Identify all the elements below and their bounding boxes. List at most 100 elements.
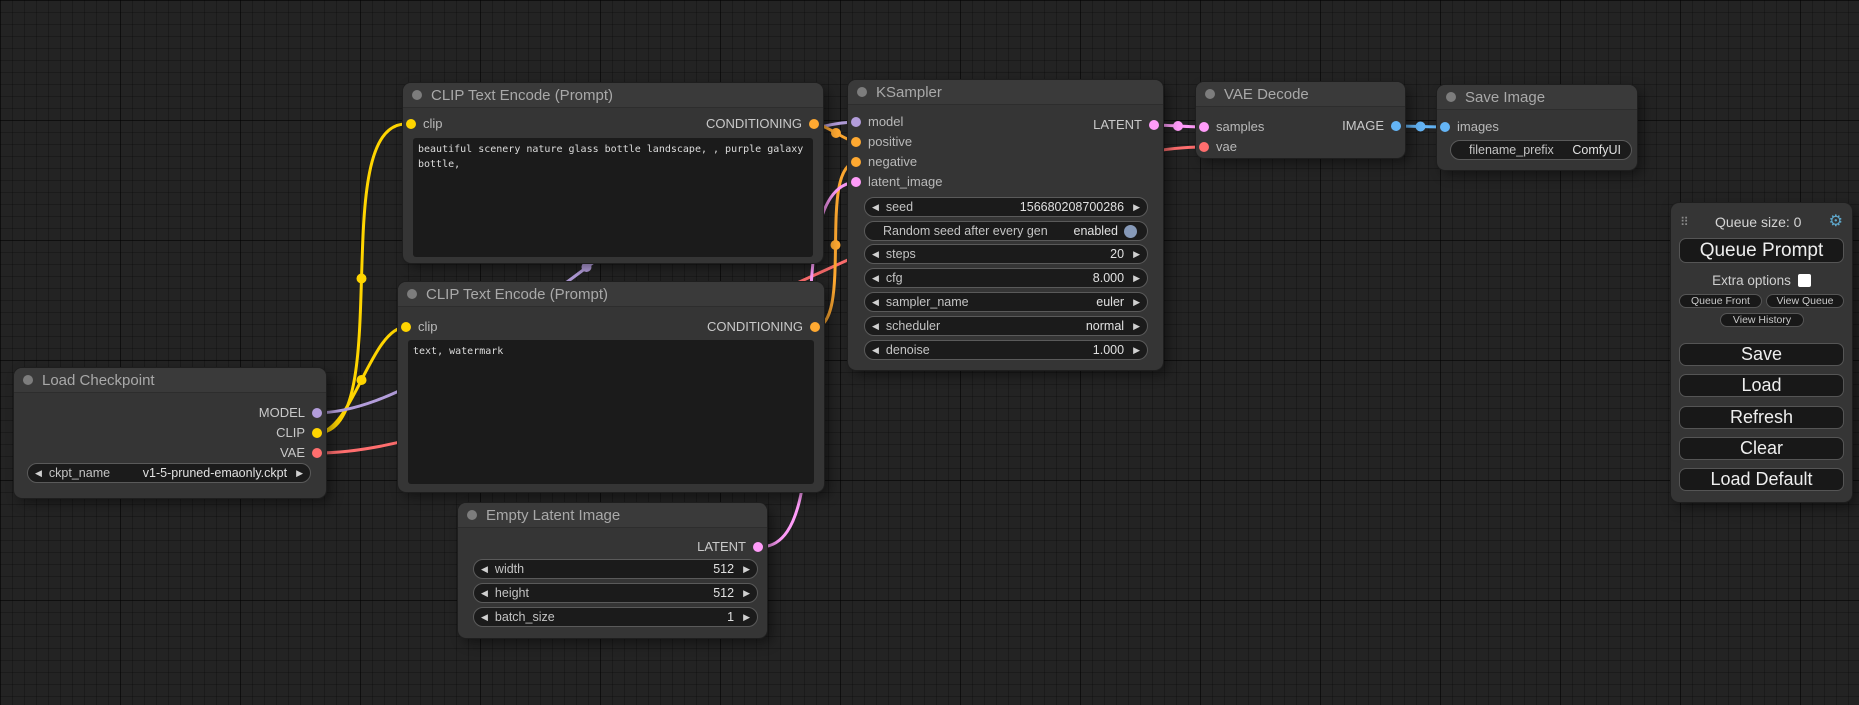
increment-arrow-icon[interactable]: ▶ <box>743 565 750 574</box>
image-output-slot[interactable] <box>1391 121 1401 131</box>
view-queue-button[interactable]: View Queue <box>1766 294 1844 308</box>
node-graph-canvas[interactable]: Load Checkpoint MODEL CLIP VAE ◀ ckpt_na… <box>0 0 1859 705</box>
widget-value: 156680208700286 <box>1020 200 1124 214</box>
model-output-slot[interactable] <box>312 408 322 418</box>
widget-value: 20 <box>1110 247 1124 261</box>
conditioning-output-slot[interactable] <box>809 119 819 129</box>
prompt-textarea[interactable]: text, watermark <box>408 340 814 484</box>
clip-input-slot[interactable] <box>406 119 416 129</box>
extra-options-checkbox[interactable] <box>1798 274 1811 287</box>
node-title-bar[interactable]: KSampler <box>848 80 1163 105</box>
clip-output-slot[interactable] <box>312 428 322 438</box>
link-dot <box>357 274 367 284</box>
increment-arrow-icon[interactable]: ▶ <box>1133 346 1140 355</box>
node-vae-decode[interactable]: VAE Decode samples vae IMAGE <box>1196 82 1405 158</box>
increment-arrow-icon[interactable]: ▶ <box>1133 274 1140 283</box>
batch-size-widget[interactable]: ◀ batch_size 1 ▶ <box>473 607 758 627</box>
collapse-dot-icon[interactable] <box>23 375 33 385</box>
node-ksampler[interactable]: KSampler model positive negative latent_… <box>848 80 1163 370</box>
node-load-checkpoint[interactable]: Load Checkpoint MODEL CLIP VAE ◀ ckpt_na… <box>14 368 326 498</box>
node-title-bar[interactable]: Load Checkpoint <box>14 368 326 393</box>
vae-input-slot[interactable] <box>1199 142 1209 152</box>
model-input-slot[interactable] <box>851 117 861 127</box>
decrement-arrow-icon[interactable]: ◀ <box>872 298 879 307</box>
increment-arrow-icon[interactable]: ▶ <box>1133 250 1140 259</box>
conditioning-output-slot[interactable] <box>810 322 820 332</box>
decrement-arrow-icon[interactable]: ◀ <box>872 346 879 355</box>
negative-input-slot[interactable] <box>851 157 861 167</box>
increment-arrow-icon[interactable]: ▶ <box>1133 322 1140 331</box>
node-title-bar[interactable]: Empty Latent Image <box>458 503 767 528</box>
output-label: LATENT <box>697 539 746 554</box>
sampler-name-widget[interactable]: ◀ sampler_name euler ▶ <box>864 292 1148 312</box>
cfg-widget[interactable]: ◀ cfg 8.000 ▶ <box>864 268 1148 288</box>
decrement-arrow-icon[interactable]: ◀ <box>872 203 879 212</box>
clear-button[interactable]: Clear <box>1679 437 1844 460</box>
load-button[interactable]: Load <box>1679 374 1844 397</box>
view-history-button[interactable]: View History <box>1720 313 1804 327</box>
denoise-widget[interactable]: ◀ denoise 1.000 ▶ <box>864 340 1148 360</box>
decrement-arrow-icon[interactable]: ◀ <box>872 250 879 259</box>
images-input-slot[interactable] <box>1440 122 1450 132</box>
positive-input-slot[interactable] <box>851 137 861 147</box>
increment-arrow-icon[interactable]: ▶ <box>296 469 303 478</box>
widget-label: batch_size <box>495 610 727 624</box>
output-label: LATENT <box>1093 117 1142 132</box>
collapse-dot-icon[interactable] <box>467 510 477 520</box>
extra-options-row: Extra options <box>1671 273 1852 288</box>
decrement-arrow-icon[interactable]: ◀ <box>481 589 488 598</box>
queue-prompt-button[interactable]: Queue Prompt <box>1679 238 1844 263</box>
toggle-dot-icon[interactable] <box>1124 225 1137 238</box>
decrement-arrow-icon[interactable]: ◀ <box>35 469 42 478</box>
vae-output-slot[interactable] <box>312 448 322 458</box>
drag-handle-icon[interactable]: ⠿ <box>1680 215 1688 229</box>
load-default-button[interactable]: Load Default <box>1679 468 1844 491</box>
clip-input-slot[interactable] <box>401 322 411 332</box>
collapse-dot-icon[interactable] <box>857 87 867 97</box>
steps-widget[interactable]: ◀ steps 20 ▶ <box>864 244 1148 264</box>
node-title-bar[interactable]: CLIP Text Encode (Prompt) <box>403 83 823 108</box>
decrement-arrow-icon[interactable]: ◀ <box>481 565 488 574</box>
increment-arrow-icon[interactable]: ▶ <box>743 613 750 622</box>
queue-front-button[interactable]: Queue Front <box>1679 294 1762 308</box>
filename-prefix-widget[interactable]: filename_prefix ComfyUI <box>1450 140 1632 160</box>
node-save-image[interactable]: Save Image images filename_prefix ComfyU… <box>1437 85 1637 170</box>
width-widget[interactable]: ◀ width 512 ▶ <box>473 559 758 579</box>
collapse-dot-icon[interactable] <box>407 289 417 299</box>
node-empty-latent-image[interactable]: Empty Latent Image LATENT ◀ width 512 ▶ … <box>458 503 767 638</box>
height-widget[interactable]: ◀ height 512 ▶ <box>473 583 758 603</box>
save-button[interactable]: Save <box>1679 343 1844 366</box>
decrement-arrow-icon[interactable]: ◀ <box>872 322 879 331</box>
widget-label: denoise <box>886 343 1093 357</box>
queue-panel: ⠿ Queue size: 0 ⚙ Queue Prompt Extra opt… <box>1671 203 1852 502</box>
node-title-bar[interactable]: VAE Decode <box>1196 82 1405 107</box>
refresh-button[interactable]: Refresh <box>1679 406 1844 429</box>
scheduler-widget[interactable]: ◀ scheduler normal ▶ <box>864 316 1148 336</box>
random-seed-toggle-widget[interactable]: Random seed after every gen enabled <box>864 221 1148 241</box>
output-label: VAE <box>280 445 305 460</box>
increment-arrow-icon[interactable]: ▶ <box>1133 298 1140 307</box>
latent-output-slot[interactable] <box>753 542 763 552</box>
collapse-dot-icon[interactable] <box>1205 89 1215 99</box>
node-clip-text-encode-positive[interactable]: CLIP Text Encode (Prompt) clip CONDITION… <box>403 83 823 263</box>
settings-gear-icon[interactable]: ⚙ <box>1829 214 1843 230</box>
node-clip-text-encode-negative[interactable]: CLIP Text Encode (Prompt) clip CONDITION… <box>398 282 824 492</box>
prompt-textarea[interactable]: beautiful scenery nature glass bottle la… <box>413 138 813 257</box>
widget-value: enabled <box>1074 224 1119 238</box>
widget-label: scheduler <box>886 319 1086 333</box>
latent-output-slot[interactable] <box>1149 120 1159 130</box>
node-title-bar[interactable]: CLIP Text Encode (Prompt) <box>398 282 824 307</box>
increment-arrow-icon[interactable]: ▶ <box>1133 203 1140 212</box>
ckpt-name-widget[interactable]: ◀ ckpt_name v1-5-pruned-emaonly.ckpt ▶ <box>27 463 311 483</box>
samples-input-slot[interactable] <box>1199 122 1209 132</box>
latent-image-input-slot[interactable] <box>851 177 861 187</box>
collapse-dot-icon[interactable] <box>1446 92 1456 102</box>
increment-arrow-icon[interactable]: ▶ <box>743 589 750 598</box>
widget-value: v1-5-pruned-emaonly.ckpt <box>143 466 287 480</box>
decrement-arrow-icon[interactable]: ◀ <box>872 274 879 283</box>
collapse-dot-icon[interactable] <box>412 90 422 100</box>
decrement-arrow-icon[interactable]: ◀ <box>481 613 488 622</box>
link-dot <box>831 128 841 138</box>
node-title-bar[interactable]: Save Image <box>1437 85 1637 110</box>
seed-widget[interactable]: ◀ seed 156680208700286 ▶ <box>864 197 1148 217</box>
